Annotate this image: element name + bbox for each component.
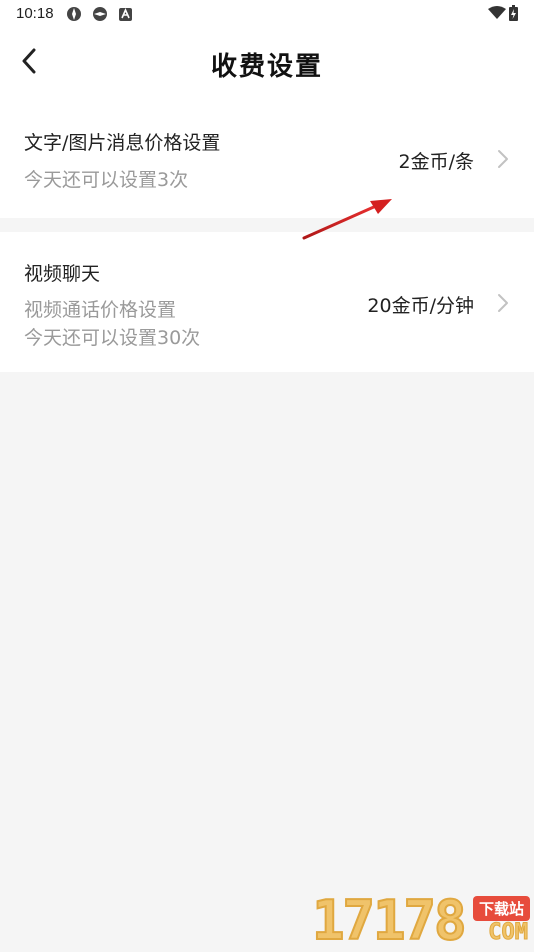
wifi-icon (488, 6, 506, 20)
watermark-suffix: COM (488, 920, 528, 945)
status-bar: 10:18 (0, 0, 534, 28)
message-price-setting-row[interactable]: 文字/图片消息价格设置 今天还可以设置3次 2金币/条 (0, 98, 534, 218)
setting-title: 文字/图片消息价格设置 (24, 128, 220, 155)
setting-subtitle: 今天还可以设置3次 (24, 165, 188, 192)
watermark-badge: 下载站 (473, 896, 530, 921)
page-title: 收费设置 (0, 46, 534, 83)
setting-value: 20金币/分钟 (367, 291, 474, 318)
battery-icon (509, 5, 518, 21)
video-chat-price-setting-row[interactable]: 视频聊天 视频通话价格设置 今天还可以设置30次 20金币/分钟 (0, 232, 534, 372)
setting-subtitle: 今天还可以设置30次 (24, 323, 200, 350)
nav-bar: 收费设置 (0, 28, 534, 98)
chevron-right-icon (496, 292, 510, 314)
chevron-right-icon (496, 148, 510, 170)
setting-subtitle: 视频通话价格设置 (24, 295, 176, 322)
setting-value: 2金币/条 (399, 147, 475, 174)
annotation-arrow-icon (300, 192, 396, 242)
setting-title: 视频聊天 (24, 259, 100, 286)
app-notification-icon (66, 6, 82, 22)
status-time: 10:18 (16, 5, 54, 22)
app-notification-icon (92, 6, 108, 22)
watermark-logo: 17178 下载站 COM (304, 890, 534, 950)
watermark-number: 17178 (312, 894, 465, 948)
app-a-icon (118, 6, 134, 22)
